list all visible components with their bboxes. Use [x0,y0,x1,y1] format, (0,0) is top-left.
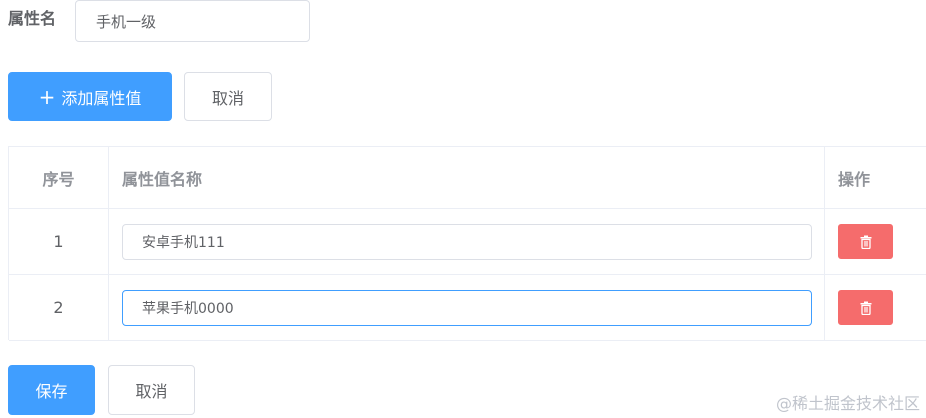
column-header-value-name: 属性值名称 [109,147,825,208]
row-operation-cell [825,209,926,274]
trash-icon [860,301,871,315]
add-attribute-value-label: 添加属性值 [61,88,142,108]
attribute-form: 属性名 + 添加属性值 取消 序号 属性值名称 操作 1 [0,0,926,418]
table-row: 2 [9,275,926,341]
column-header-operation: 操作 [838,169,871,189]
row-index: 2 [9,275,109,340]
row-value-cell [109,209,825,274]
save-button[interactable]: 保存 [8,365,95,415]
attribute-name-label: 属性名 [8,9,57,28]
attribute-name-input[interactable] [75,0,310,42]
row-index: 1 [9,209,109,274]
attribute-value-input[interactable] [122,289,812,326]
table-row: 1 [9,209,926,275]
watermark: @稀土掘金技术社区 [775,394,920,413]
add-attribute-value-button[interactable]: + 添加属性值 [8,72,172,121]
plus-icon: + [38,84,56,109]
table-header: 序号 属性值名称 操作 [9,147,926,209]
cancel-bottom-button[interactable]: 取消 [108,365,195,415]
cancel-top-button[interactable]: 取消 [184,72,272,121]
trash-icon [860,235,871,249]
delete-button[interactable] [838,290,893,325]
column-header-index: 序号 [9,147,109,208]
row-value-cell [109,275,825,340]
attribute-values-table: 序号 属性值名称 操作 1 安卓手机111 2 苹果手机0000 [8,146,926,341]
row-operation-cell [825,275,926,340]
attribute-value-input[interactable] [122,223,812,260]
delete-button[interactable] [838,224,893,259]
